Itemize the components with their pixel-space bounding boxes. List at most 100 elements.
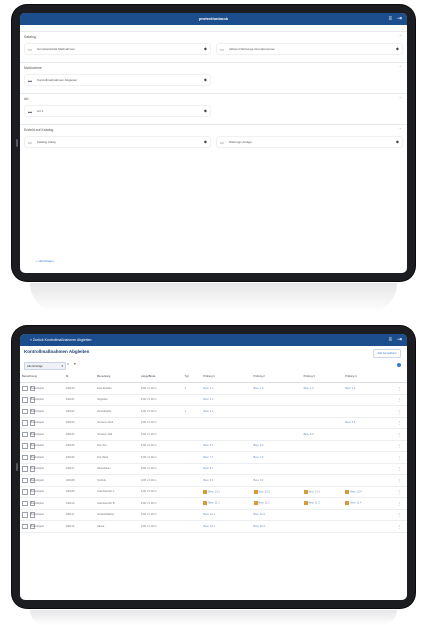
table-row[interactable]: Basisobjekt 100109 Lieferbereich A 0,00 x 0… (20, 486, 407, 498)
column-header[interactable]: Prüfung 2 (251, 370, 302, 383)
chevron-up-icon[interactable]: ⌃ (399, 63, 402, 73)
select-all-button[interactable]: Alle Auswählen (373, 349, 401, 358)
table-row[interactable]: Basisobjekt 100106 Flur West 0,00 x 0,00 m B… (20, 451, 407, 464)
row-menu-icon[interactable]: ⋮ (391, 509, 407, 521)
cell-text[interactable]: Bew. 13.2 (254, 525, 265, 528)
clear-filter-icon[interactable]: × (67, 362, 69, 366)
row-checkbox[interactable] (22, 431, 28, 437)
select-field[interactable]: ▭ Grundwerkstatt Maßnahmen ◆ (25, 44, 210, 54)
row-checkbox[interactable] (22, 385, 28, 391)
table-row[interactable]: Basisobjekt 100101 Abgleiten 0,00 x 0,00 m B… (20, 394, 407, 406)
cell-text[interactable]: Bew. 1.2 (254, 387, 264, 390)
cell-text[interactable]: Bew. 1.3 (304, 387, 314, 390)
row-checkbox[interactable] (22, 397, 28, 403)
select-field[interactable]: ▭ Aktiviert Wartungs-Grundprozesse ◆ (217, 44, 402, 54)
row-checkbox[interactable] (22, 523, 28, 529)
row-menu-icon[interactable]: ⋮ (391, 463, 407, 475)
row-menu-icon[interactable]: ⋮ (391, 394, 407, 406)
table-row[interactable]: Basisobjekt 100107 Abstellraum 0,00 x 0,00 … (20, 463, 407, 475)
table-row[interactable]: Basisobjekt 100110 Lieferbereich B 0,00 x 0… (20, 497, 407, 510)
table-row[interactable]: Basisobjekt 100108 Technik 0,00 x 0,00 m Bew… (20, 474, 407, 487)
cell-text[interactable]: Bew. 9.2 (254, 479, 264, 482)
cell-text[interactable]: Bew. 10.2 (259, 490, 270, 493)
column-header[interactable]: Prüfung 3 (301, 370, 344, 383)
row-checkbox[interactable] (22, 489, 28, 495)
row-menu-icon[interactable]: ⋮ (391, 417, 407, 429)
select-field[interactable]: ▬ Kontrollmaßnahmen Abgleiten ◆ (25, 75, 210, 85)
column-header[interactable]: Prüfung 1 (201, 370, 252, 383)
select-field[interactable]: ▭ Wartungs Anlage ◆ (217, 137, 402, 147)
cell-text[interactable]: Bew. 7.2 (254, 456, 264, 459)
cell-text[interactable]: Bew. 10.1 (208, 490, 219, 493)
cell-text[interactable]: Bew. 11.1 (208, 502, 219, 505)
chevron-up-icon[interactable]: ⌃ (399, 32, 402, 42)
row-menu-icon[interactable]: ⋮ (391, 520, 407, 533)
cell-text[interactable]: Bew. 5.3 (304, 433, 314, 436)
column-header[interactable]: Bezeichnung (20, 370, 64, 383)
row-checkbox[interactable] (22, 477, 28, 483)
table-row[interactable]: Basisobjekt 100102 Zentralstelle 0,00 x 0,0… (20, 405, 407, 418)
row-menu-icon[interactable]: ⋮ (391, 405, 407, 418)
row-menu-icon[interactable]: ⋮ (391, 486, 407, 498)
add-link[interactable]: + Hinzufügen (36, 259, 54, 263)
row-checkbox[interactable] (22, 408, 28, 414)
cell-text[interactable]: Bew. 13.1 (203, 525, 214, 528)
section-massnahme[interactable]: Maßnahme ⌃ (20, 62, 407, 73)
chevron-up-icon[interactable]: ⌃ (399, 125, 402, 135)
cell-text[interactable]: Bew. 2.1 (203, 398, 213, 401)
cell-text[interactable]: Bew. 6.2 (254, 444, 264, 447)
row-checkbox[interactable] (22, 466, 28, 472)
table-row[interactable]: Basisobjekt 100111 Verkaufsfläche 0,00 x 0,… (20, 509, 407, 521)
column-header[interactable]: Nr. (63, 370, 96, 383)
dropdown-icon[interactable]: ▾ (74, 362, 76, 366)
breadcrumb[interactable]: « Zurück Kontrollmaßnahmen Abgleiten (30, 338, 91, 342)
table-row[interactable]: Basisobjekt 100100 Lied-Einfahrt 0,00 x 0,0… (20, 382, 407, 395)
cell-text[interactable]: Bew. 12.1 (203, 513, 214, 516)
row-menu-icon[interactable]: ⋮ (391, 451, 407, 464)
cell-text[interactable]: Bew. 8.1 (203, 467, 213, 470)
row-menu-icon[interactable]: ⋮ (391, 497, 407, 510)
row-checkbox[interactable] (22, 500, 28, 506)
row-menu-icon[interactable]: ⋮ (391, 428, 407, 441)
section-katalog[interactable]: Katalog ⌃ (20, 31, 407, 42)
list-icon[interactable]: ≡ (388, 15, 392, 23)
column-header[interactable]: Bemerkung (95, 370, 139, 383)
section-art[interactable]: Art ⌃ (20, 93, 407, 104)
cell-text[interactable]: Bew. 10.3 (309, 490, 320, 493)
cell-text[interactable]: Bew. 11.3 (309, 502, 320, 505)
row-menu-icon[interactable]: ⋮ (391, 440, 407, 452)
dropdown-icon[interactable]: ◆ (204, 108, 207, 113)
chevron-up-icon[interactable]: ⌃ (399, 94, 402, 104)
table-row[interactable]: Basisobjekt 100112 Kasse 0,00 x 0,00 m Bew. … (20, 520, 407, 533)
filter-select[interactable]: Alle Einträge ▾ (24, 362, 66, 370)
row-menu-icon[interactable]: ⋮ (391, 474, 407, 487)
column-header[interactable]: Länge/Breite (138, 370, 183, 383)
cell-text[interactable]: Bew. 6.1 (203, 444, 213, 447)
cell-text[interactable]: Bew. 7.1 (203, 456, 213, 459)
row-checkbox[interactable] (22, 512, 28, 518)
row-checkbox[interactable] (22, 443, 28, 449)
select-field[interactable]: ▭ Katalog Anlag ◆ (25, 137, 210, 147)
cell-text[interactable]: Bew. 11.4 (350, 502, 361, 505)
column-header[interactable]: Prüfung 4 (343, 370, 392, 383)
dropdown-icon[interactable]: ◆ (204, 46, 207, 51)
table-row[interactable]: Basisobjekt 100104 Vorraum Süd 0,00 x 0,00 … (20, 428, 407, 441)
cell-text[interactable]: Bew. 11.2 (259, 502, 270, 505)
exit-icon[interactable]: ⇥ (397, 15, 402, 23)
filter-indicator-icon[interactable] (397, 363, 401, 367)
exit-icon[interactable]: ⇥ (397, 336, 402, 344)
dropdown-icon[interactable]: ◆ (396, 46, 399, 51)
dropdown-icon[interactable]: ◆ (204, 77, 207, 82)
cell-text[interactable]: Bew. 4.4 (345, 421, 355, 424)
dropdown-icon[interactable]: ◆ (396, 139, 399, 144)
section-erstellt[interactable]: Erstellt auf Katalog ⌃ (20, 124, 407, 135)
table-row[interactable]: Basisobjekt 100105 Flur Ost 0,00 x 0,00 m Be… (20, 440, 407, 452)
select-field[interactable]: ▬ Art 1 ◆ (25, 106, 210, 116)
cell-text[interactable]: Bew. 3.1 (203, 410, 213, 413)
cell-text[interactable]: Bew. 9.1 (203, 479, 213, 482)
dropdown-icon[interactable]: ◆ (204, 139, 207, 144)
row-checkbox[interactable] (22, 454, 28, 460)
row-checkbox[interactable] (22, 420, 28, 426)
column-header[interactable]: Typ (182, 370, 202, 383)
cell-text[interactable]: Bew. 1.1 (203, 387, 213, 390)
